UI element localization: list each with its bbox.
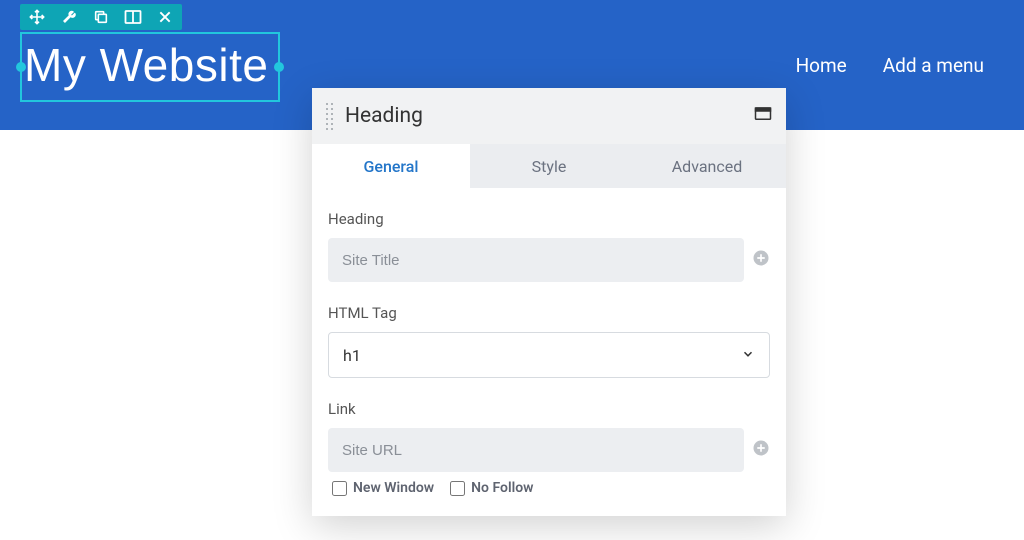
html-tag-select[interactable]: h1 (328, 332, 770, 378)
drag-handle-icon[interactable] (326, 103, 333, 130)
copy-icon[interactable] (92, 8, 110, 26)
no-follow-checkbox[interactable]: No Follow (450, 480, 533, 496)
panel-body: Heading HTML Tag h1 Link New Window (312, 188, 786, 516)
resize-handle-right[interactable] (274, 62, 284, 72)
html-tag-value: h1 (343, 346, 741, 365)
resize-handle-left[interactable] (16, 62, 26, 72)
tab-style[interactable]: Style (470, 144, 628, 188)
add-connection-icon[interactable] (752, 439, 770, 461)
responsive-icon[interactable] (754, 106, 772, 126)
wrench-icon[interactable] (60, 8, 78, 26)
chevron-down-icon (741, 346, 755, 365)
panel-titlebar: Heading (312, 88, 786, 144)
settings-tabs: General Style Advanced (312, 144, 786, 188)
tab-general[interactable]: General (312, 144, 470, 188)
nav-add-menu[interactable]: Add a menu (883, 54, 984, 77)
site-title[interactable]: My Website (20, 32, 272, 98)
add-connection-icon[interactable] (752, 249, 770, 271)
link-label: Link (328, 400, 770, 418)
nav-home[interactable]: Home (796, 54, 847, 77)
columns-icon[interactable] (124, 8, 142, 26)
new-window-checkbox-input[interactable] (332, 481, 347, 496)
heading-label: Heading (328, 210, 770, 228)
tab-advanced[interactable]: Advanced (628, 144, 786, 188)
close-icon[interactable] (156, 8, 174, 26)
settings-panel: Heading General Style Advanced Heading H… (312, 88, 786, 516)
element-toolbar (20, 4, 182, 30)
link-input[interactable] (328, 428, 744, 472)
no-follow-label: No Follow (471, 480, 533, 496)
new-window-checkbox[interactable]: New Window (332, 480, 434, 496)
new-window-label: New Window (353, 480, 434, 496)
panel-title: Heading (345, 104, 742, 128)
heading-element-selected[interactable]: My Website (20, 32, 272, 98)
move-icon[interactable] (28, 8, 46, 26)
no-follow-checkbox-input[interactable] (450, 481, 465, 496)
primary-nav: Home Add a menu (796, 54, 984, 77)
heading-input[interactable] (328, 238, 744, 282)
html-tag-label: HTML Tag (328, 304, 770, 322)
